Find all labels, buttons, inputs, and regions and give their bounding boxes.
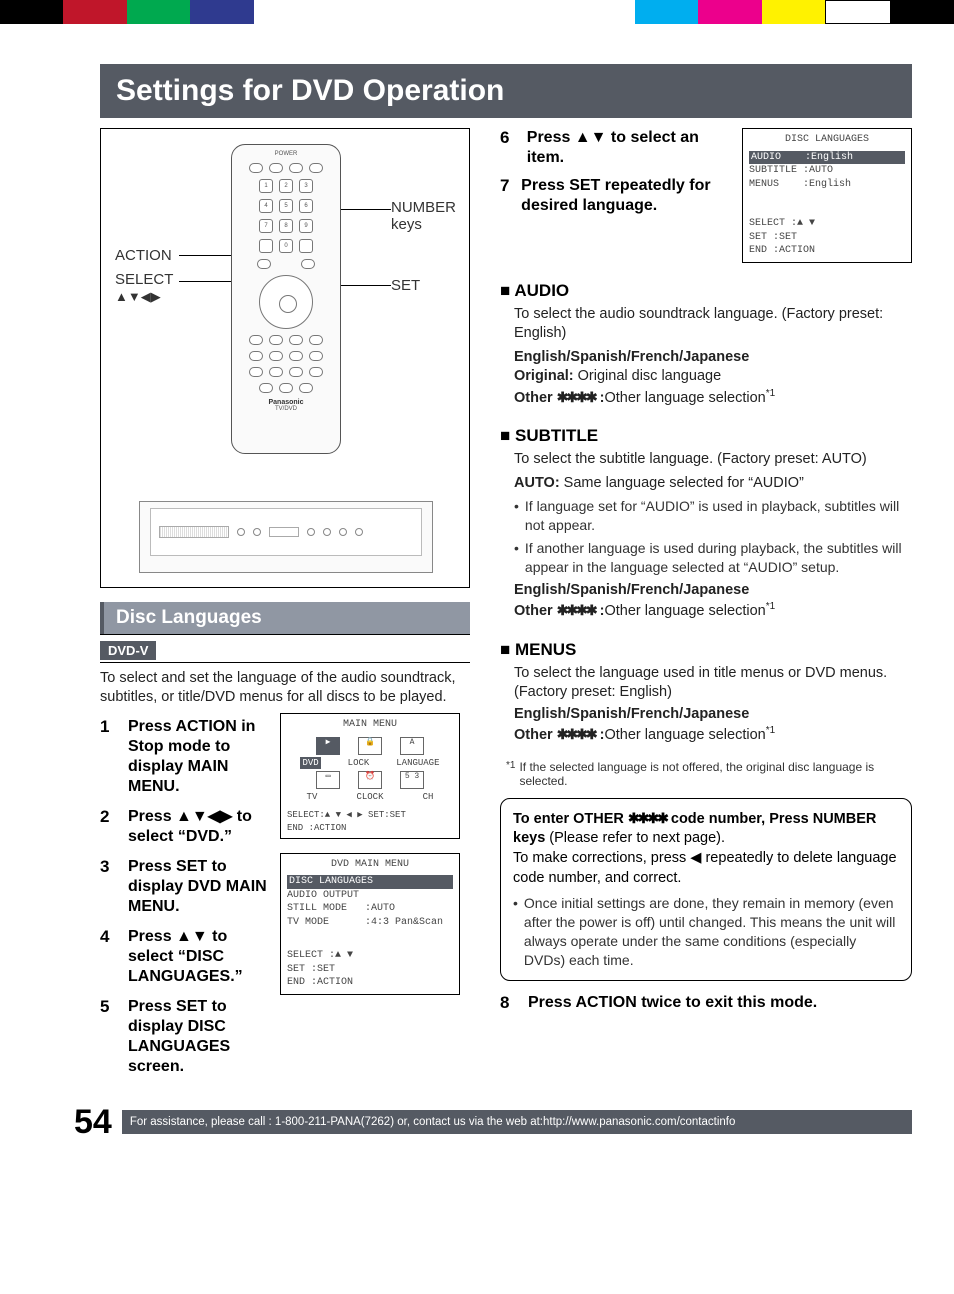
step-4: 4Press ▲▼ to select “DISC LANGUAGES.” [100,927,270,987]
heading-audio: AUDIO [500,281,912,301]
assistance-footer: For assistance, please call : 1-800-211-… [122,1110,912,1134]
page-number: 54 [74,1103,112,1142]
osd-dvd-main-menu: DVD MAIN MENU DISC LANGUAGES AUDIO OUTPU… [280,853,460,995]
heading-subtitle: SUBTITLE [500,426,912,446]
dvdv-badge: DVD-V [100,641,156,660]
osd-main-menu: MAIN MENU ▶ 🔒 A DVD LOCK LANGUAGE ▭ [280,713,460,839]
footnote-1: *1 If the selected language is not offer… [506,760,912,788]
disc-lang-intro: To select and set the language of the au… [100,669,470,707]
audio-body: To select the audio soundtrack language.… [514,305,912,409]
step-1: 1Press ACTION in Stop mode to display MA… [100,717,270,797]
tv-unit-icon [139,501,433,573]
label-select: SELECT [115,271,173,288]
color-bar-top [0,0,954,24]
remote-control-icon: POWER 123 456 789 0 Panasonic TV/DVD [231,144,341,454]
step-2: 2Press ▲▼◀▶ to select “DVD.” [100,807,270,847]
page-title: Settings for DVD Operation [100,64,912,118]
osd-disc-languages: DISC LANGUAGES AUDIO :English SUBTITLE :… [742,128,912,263]
label-select-arrows: ▲▼◀▶ [115,289,161,305]
heading-menus: MENUS [500,640,912,660]
step-6: 6Press ▲▼ to select an item. [500,128,726,168]
step-8: 8 Press ACTION twice to exit this mode. [500,993,912,1013]
label-set: SET [391,277,420,294]
note-other-code: To enter OTHER ✱✱✱✱ code number, Press N… [500,798,912,981]
step-3: 3Press SET to display DVD MAIN MENU. [100,857,270,917]
menus-body: To select the language used in title men… [514,664,912,746]
step-7: 7Press SET repeatedly for desired langua… [500,176,726,216]
label-number-keys: NUMBER keys [391,199,469,233]
subtitle-body: To select the subtitle language. (Factor… [514,450,912,622]
step-5: 5Press SET to display DISC LANGUAGES scr… [100,997,270,1077]
label-action: ACTION [115,247,172,264]
section-disc-languages: Disc Languages [100,602,470,634]
remote-diagram: NUMBER keys ACTION SELECT ▲▼◀▶ SET POWER… [100,128,470,588]
dvdv-row: DVD-V [100,634,470,663]
